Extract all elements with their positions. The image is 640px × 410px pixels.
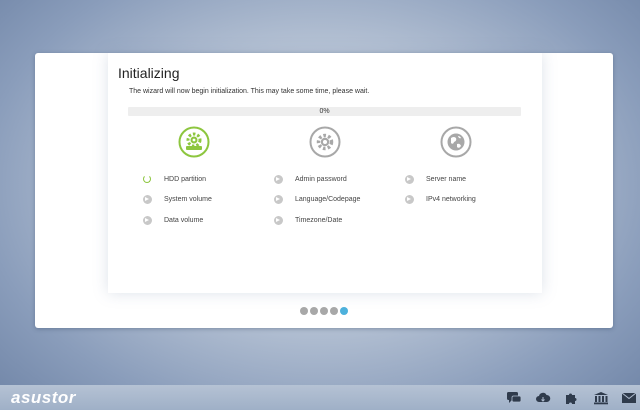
arrow-bullet-icon: [274, 174, 283, 184]
arrow-bullet-icon: [143, 215, 152, 225]
wizard-step: Language/Codepage: [274, 193, 360, 205]
wizard-step-label: Admin password: [295, 175, 347, 183]
wizard-step-label: HDD partition: [164, 175, 207, 183]
gear-icon: [309, 126, 341, 158]
bank-icon[interactable]: [593, 391, 609, 405]
wizard-pager: [300, 307, 348, 315]
wizard-step: Data volume: [143, 214, 203, 226]
wizard-step: System volume: [143, 193, 212, 205]
progress-text: 0%: [319, 108, 330, 115]
wizard-step: Server name: [405, 173, 466, 185]
wizard-step: HDD partition: [143, 173, 206, 185]
cloud-icon[interactable]: [535, 391, 551, 405]
wizard-step-label: System volume: [164, 195, 212, 203]
wizard-step-label: IPv4 networking: [426, 195, 476, 203]
arrow-bullet-icon: [143, 194, 152, 204]
arrow-bullet-icon: [274, 194, 283, 204]
page-title: Initializing: [118, 65, 180, 81]
pager-dot: [320, 307, 328, 315]
pager-dot: [310, 307, 318, 315]
wizard-step: Timezone/Date: [274, 214, 342, 226]
arrow-bullet-icon: [405, 174, 414, 184]
chat-icon[interactable]: [506, 391, 522, 405]
wizard-step-label: Data volume: [164, 216, 204, 224]
mail-icon[interactable]: [621, 391, 637, 405]
wizard-dialog: Initializing The wizard will now begin i…: [35, 53, 613, 328]
arrow-bullet-icon: [405, 194, 414, 204]
wizard-step-label: Server name: [426, 175, 467, 183]
asustor-logo: asustor: [11, 388, 76, 407]
progress-bar: 0%: [128, 107, 521, 116]
globe-icon: [440, 126, 472, 158]
hdd-icon: [178, 126, 210, 158]
pager-dot: [340, 307, 348, 315]
arrow-bullet-icon: [274, 215, 283, 225]
wizard-message: The wizard will now begin initialization…: [129, 88, 370, 95]
wizard-step: Admin password: [274, 173, 347, 185]
pager-dot: [330, 307, 338, 315]
wizard-step: IPv4 networking: [405, 193, 476, 205]
wizard-step-label: Language/Codepage: [295, 195, 361, 203]
wizard-step-label: Timezone/Date: [295, 216, 343, 224]
spinner-icon: [143, 175, 151, 183]
taskbar: asustor: [0, 385, 640, 410]
pager-dot: [300, 307, 308, 315]
puzzle-icon[interactable]: [564, 391, 580, 405]
